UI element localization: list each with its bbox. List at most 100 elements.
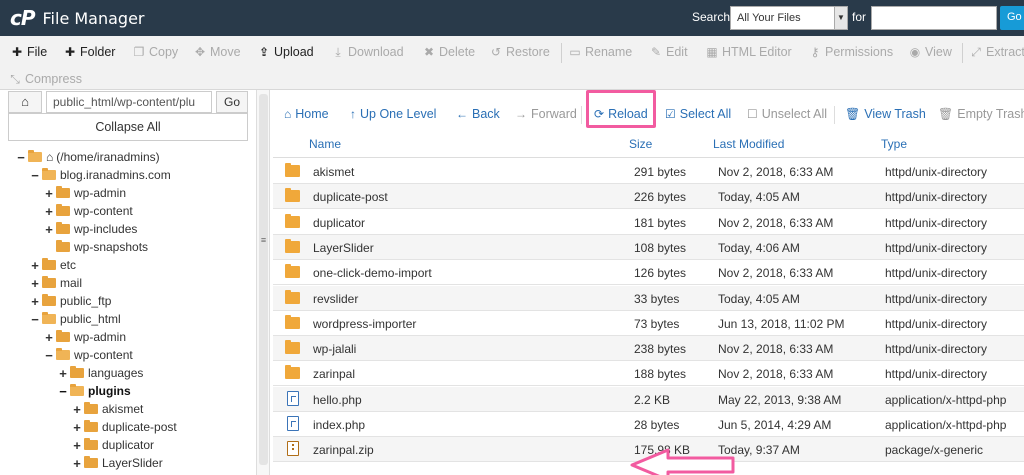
tree-item-label: blog.iranadmins.com: [60, 168, 171, 182]
table-row[interactable]: akismet 291 bytes Nov 2, 2018, 6:33 AM http…: [273, 159, 1024, 184]
home-button[interactable]: ⌂ Home: [284, 105, 329, 123]
folder-icon: [42, 258, 56, 270]
expand-icon[interactable]: +: [30, 258, 40, 273]
table-row[interactable]: duplicate-post 226 bytes Today, 4:05 AM htt…: [273, 184, 1024, 210]
tree-item[interactable]: + languages: [58, 364, 143, 382]
tree-item[interactable]: − plugins: [58, 382, 130, 400]
restore-label: Restore: [506, 45, 550, 59]
collapse-icon[interactable]: −: [44, 348, 54, 363]
table-row[interactable]: hello.php 2.2 KB May 22, 2013, 9:38 AM appl…: [273, 386, 1024, 412]
tree-item[interactable]: + etc: [30, 256, 76, 274]
tree-item[interactable]: + duplicator: [72, 436, 154, 454]
table-row[interactable]: LayerSlider 108 bytes Today, 4:06 AM httpd/…: [273, 234, 1024, 260]
folder-icon: [42, 276, 56, 288]
path-go-button[interactable]: Go: [216, 91, 248, 113]
checkbox-checked-icon: ☑: [665, 107, 676, 121]
grip-icon[interactable]: ≡: [259, 236, 268, 246]
folder-open-icon: [28, 150, 42, 162]
expand-icon[interactable]: +: [72, 438, 82, 453]
scrollbar[interactable]: [259, 94, 268, 465]
tree-item[interactable]: − ⌂ (/home/iranadmins): [16, 148, 160, 166]
up-one-level-button[interactable]: ↑ Up One Level: [350, 105, 436, 123]
expand-icon[interactable]: +: [44, 330, 54, 345]
collapse-icon[interactable]: −: [30, 312, 40, 327]
view-button[interactable]: ◉ View: [908, 43, 952, 61]
cell-modified: Today, 4:06 AM: [718, 240, 800, 255]
tree-item[interactable]: + wp-includes: [44, 220, 137, 238]
collapse-icon[interactable]: −: [58, 384, 68, 399]
table-row[interactable]: duplicator 181 bytes Nov 2, 2018, 6:33 AM h…: [273, 210, 1024, 235]
tree-item[interactable]: − wp-content: [44, 346, 133, 364]
tree-item[interactable]: + duplicate-post: [72, 418, 177, 436]
select-all-button[interactable]: ☑ Select All: [665, 105, 731, 123]
tree-item[interactable]: − public_html: [30, 310, 121, 328]
collapse-icon[interactable]: −: [30, 168, 40, 183]
tree-item[interactable]: + akismet: [72, 400, 143, 418]
table-row[interactable]: index.php 28 bytes Jun 5, 2014, 4:29 AM app…: [273, 412, 1024, 437]
expand-icon[interactable]: +: [30, 294, 40, 309]
restore-button[interactable]: ↺ Restore: [489, 43, 550, 61]
collapse-icon[interactable]: −: [16, 150, 26, 165]
expand-icon[interactable]: +: [72, 456, 82, 471]
folder-icon: [285, 213, 300, 228]
table-row[interactable]: revslider 33 bytes Today, 4:05 AM httpd/uni…: [273, 285, 1024, 311]
tree-item[interactable]: + mail: [30, 274, 82, 292]
rename-button[interactable]: ▭ Rename: [568, 43, 632, 61]
permissions-button[interactable]: ⚷ Permissions: [808, 43, 893, 61]
search-go-button[interactable]: Go: [1000, 6, 1024, 30]
tree-item[interactable]: + wp-admin: [44, 328, 126, 346]
expand-icon[interactable]: +: [58, 366, 68, 381]
main-toolbar: ✚ File ✚ Folder ❐ Copy ✥ Move ⇪ Upload ⤓ Downl…: [0, 36, 1024, 90]
tree-item[interactable]: wp-snapshots: [44, 238, 148, 256]
forward-button[interactable]: → Forward: [515, 105, 577, 123]
expand-icon[interactable]: +: [44, 222, 54, 237]
tree-item[interactable]: + wp-content: [44, 202, 133, 220]
column-header-size[interactable]: Size: [629, 137, 652, 151]
new-file-button[interactable]: ✚ File: [10, 43, 47, 61]
expand-icon[interactable]: +: [72, 402, 82, 417]
back-button[interactable]: ← Back: [456, 105, 500, 123]
collapse-all-button[interactable]: Collapse All: [8, 113, 248, 141]
compress-button[interactable]: ⤡ Compress: [8, 70, 82, 88]
expand-icon[interactable]: +: [44, 186, 54, 201]
delete-button[interactable]: ✖ Delete: [422, 43, 475, 61]
upload-button[interactable]: ⇪ Upload: [257, 43, 314, 61]
view-trash-button[interactable]: 🗑 View Trash: [845, 105, 926, 123]
extract-button[interactable]: ⤢ Extract: [969, 43, 1024, 61]
unselect-all-button[interactable]: ☐ Unselect All: [747, 105, 827, 123]
search-scope-select[interactable]: All Your Files ▼: [730, 6, 848, 30]
home-icon[interactable]: ⌂: [8, 91, 42, 113]
tree-item[interactable]: + LayerSlider: [72, 454, 163, 472]
expand-icon[interactable]: +: [30, 276, 40, 291]
panel-splitter[interactable]: ≡: [256, 90, 270, 475]
new-folder-button[interactable]: ✚ Folder: [63, 43, 115, 61]
folder-icon: [56, 204, 70, 216]
path-input[interactable]: public_html/wp-content/plu: [46, 91, 212, 113]
tree-item-label: wp-snapshots: [74, 240, 149, 254]
column-header-last-modified[interactable]: Last Modified: [713, 137, 784, 151]
expand-icon[interactable]: +: [72, 420, 82, 435]
tree-item-label: duplicator: [102, 438, 155, 452]
move-button[interactable]: ✥ Move: [193, 43, 241, 61]
tree-item-label: (/home/iranadmins): [56, 150, 160, 164]
tree-item[interactable]: + wp-admin: [44, 184, 126, 202]
expand-icon[interactable]: +: [44, 204, 54, 219]
cpanel-logo[interactable]: cP File Manager: [10, 6, 145, 30]
tree-item[interactable]: − blog.iranadmins.com: [30, 166, 171, 184]
folder-icon: [285, 188, 300, 203]
html-editor-button[interactable]: ▦ HTML Editor: [705, 43, 791, 61]
search-input[interactable]: [871, 6, 997, 30]
edit-button[interactable]: ✎ Edit: [649, 43, 688, 61]
cell-name: wordpress-importer: [313, 316, 417, 331]
column-header-name[interactable]: Name: [309, 137, 341, 151]
table-row[interactable]: wp-jalali 238 bytes Nov 2, 2018, 6:33 AM ht…: [273, 336, 1024, 362]
table-row[interactable]: zarinpal 188 bytes Nov 2, 2018, 6:33 AM htt…: [273, 361, 1024, 387]
download-button[interactable]: ⤓ Download: [331, 43, 403, 61]
table-row[interactable]: wordpress-importer 73 bytes Jun 13, 2018, …: [273, 311, 1024, 336]
tree-item-label: wp-includes: [74, 222, 138, 236]
column-header-type[interactable]: Type: [881, 137, 907, 151]
copy-button[interactable]: ❐ Copy: [132, 43, 179, 61]
empty-trash-button[interactable]: 🗑 Empty Trash: [938, 105, 1024, 123]
tree-item[interactable]: + public_ftp: [30, 292, 111, 310]
table-row[interactable]: one-click-demo-import 126 bytes Nov 2, 201…: [273, 260, 1024, 286]
